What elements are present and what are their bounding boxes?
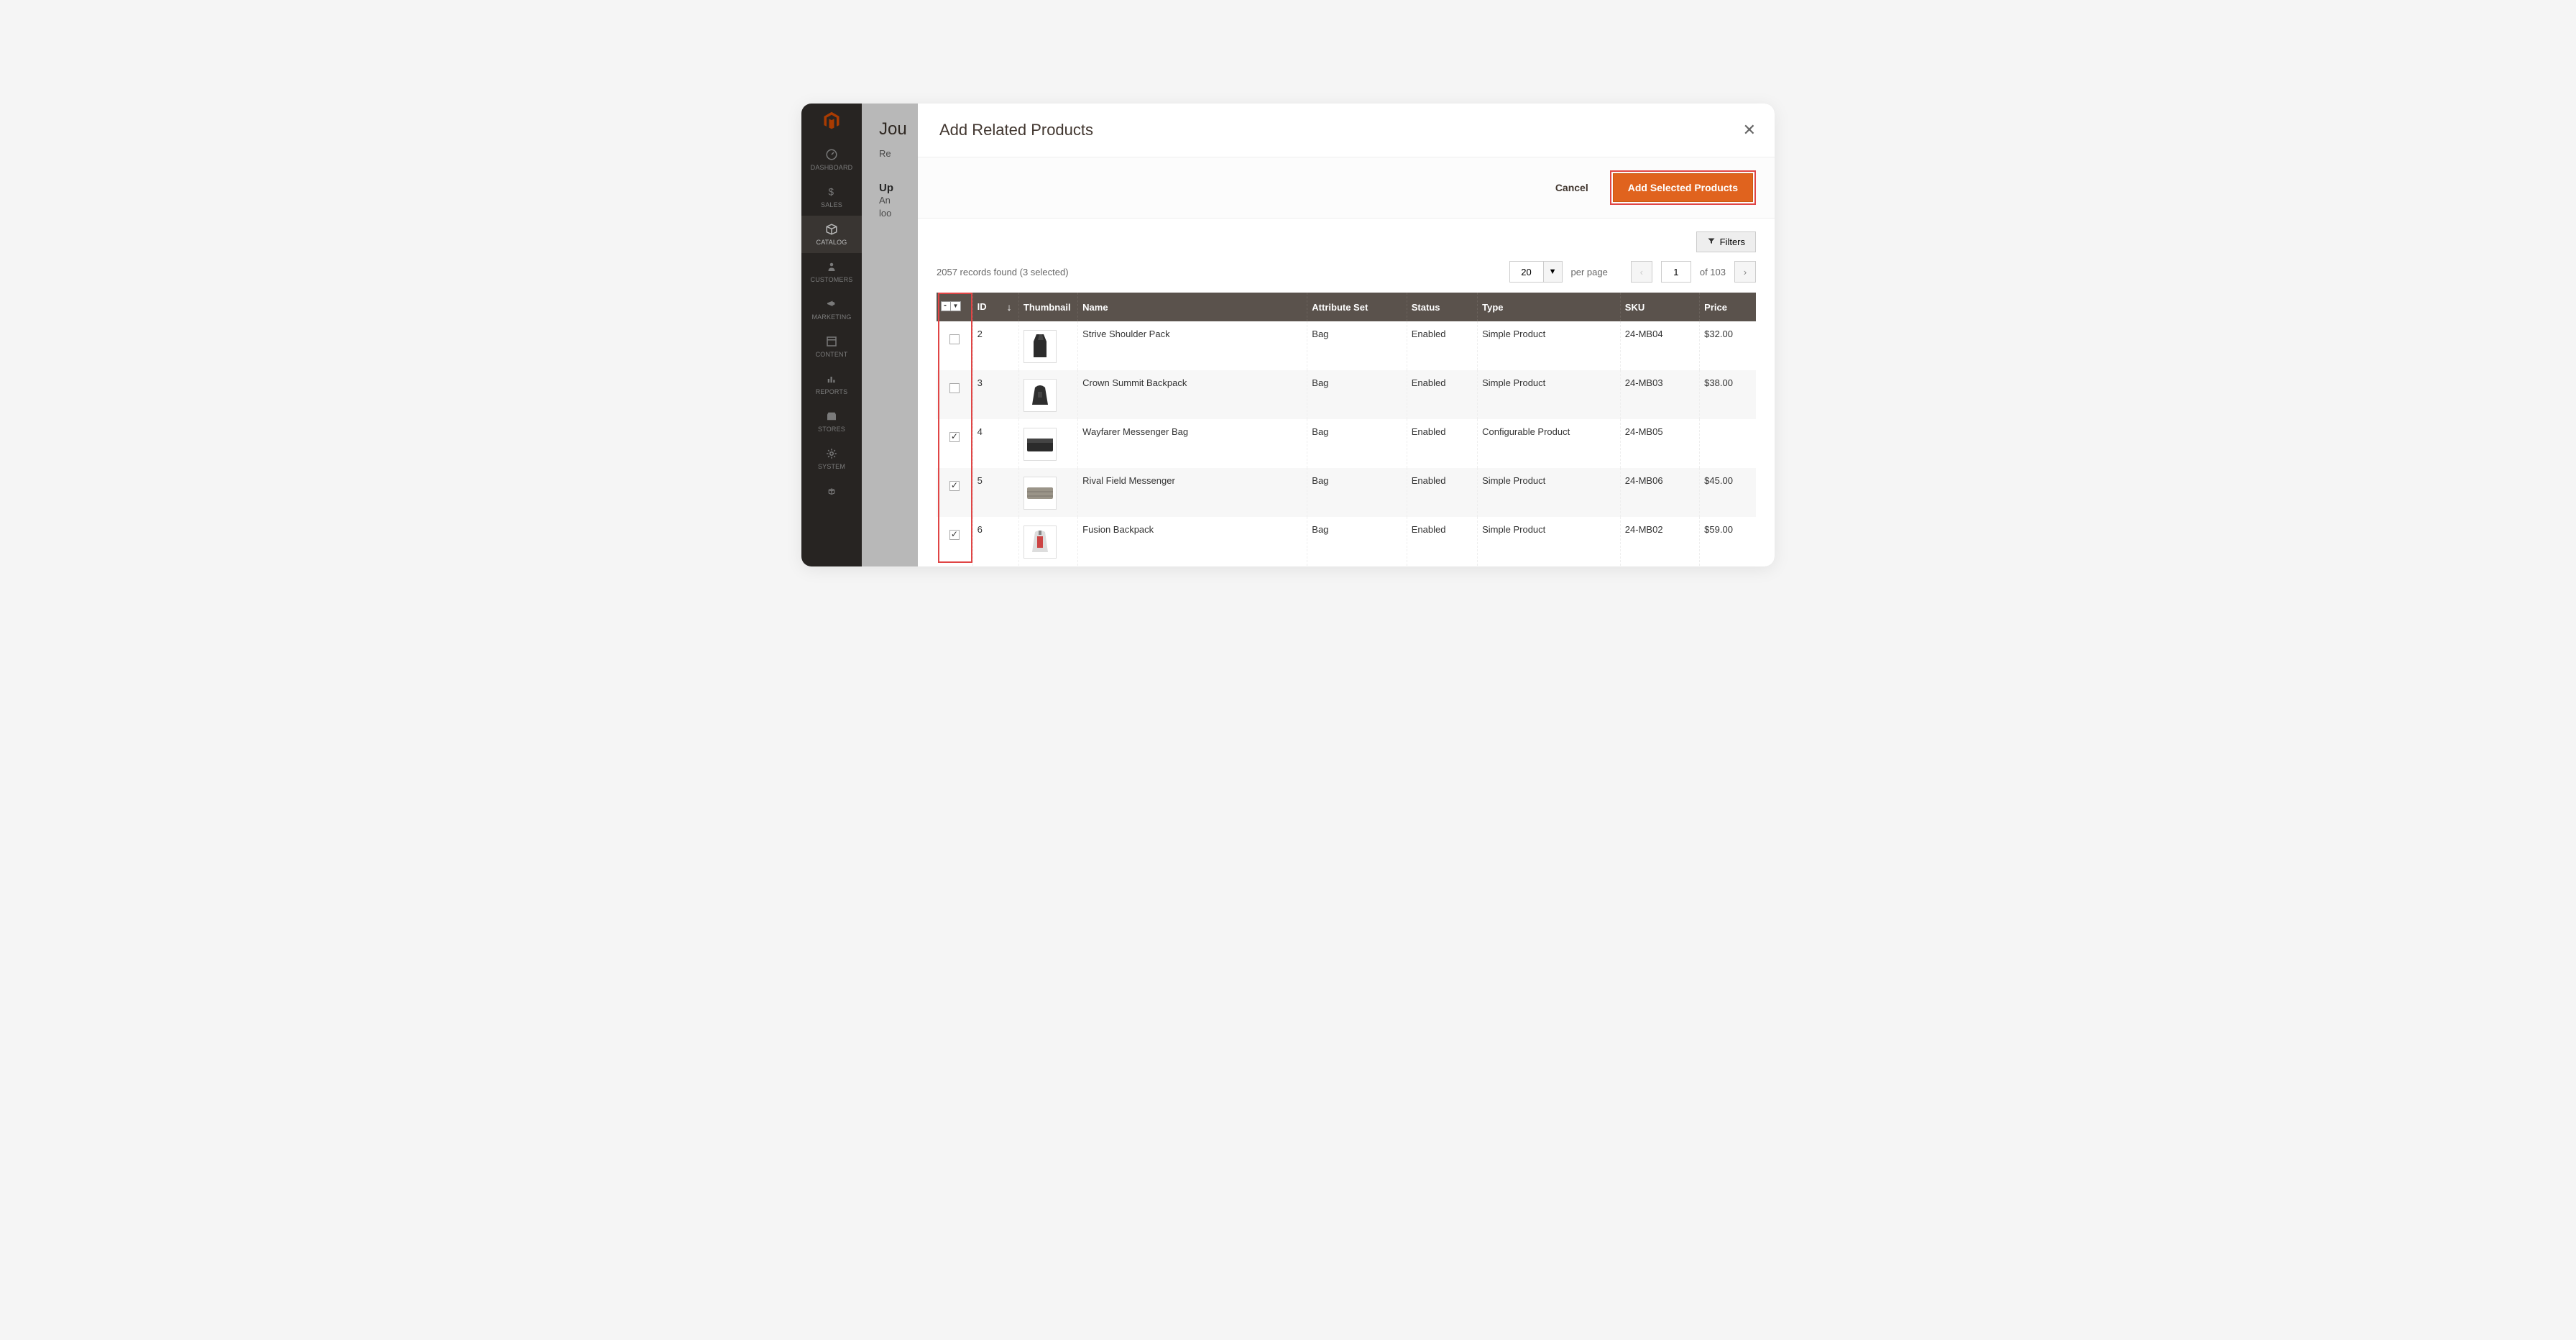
col-header-status[interactable]: Status [1407,293,1477,321]
col-header-sku[interactable]: SKU [1620,293,1699,321]
product-thumbnail [1024,330,1057,363]
cell-id: 6 [972,517,1018,566]
row-checkbox[interactable] [949,530,960,540]
app-window: DASHBOARD $ SALES CATALOG CUSTOMERS MARK… [801,104,1775,566]
checkbox-indeterminate-icon [942,302,951,311]
prev-page-button[interactable]: ‹ [1631,261,1652,283]
filters-button[interactable]: Filters [1696,231,1756,252]
cell-sku: 24-MB04 [1620,321,1699,370]
cell-type: Simple Product [1478,370,1621,419]
modal-body: Filters 2057 records found (3 selected) … [918,219,1775,566]
cell-price: $38.00 [1700,370,1756,419]
modal-title: Add Related Products [939,121,1093,139]
cell-attribute-set: Bag [1307,517,1407,566]
page-size-input[interactable] [1509,261,1544,283]
col-header-attribute-set[interactable]: Attribute Set [1307,293,1407,321]
cell-type: Simple Product [1478,468,1621,517]
col-header-thumbnail[interactable]: Thumbnail [1018,293,1077,321]
product-thumbnail [1024,477,1057,510]
cell-price [1700,419,1756,468]
grid-toolbar: Filters [937,231,1756,252]
col-header-type[interactable]: Type [1478,293,1621,321]
cell-name: Crown Summit Backpack [1078,370,1307,419]
master-checkbox[interactable]: ▼ [941,301,961,311]
row-checkbox[interactable] [949,334,960,344]
cell-name: Fusion Backpack [1078,517,1307,566]
table-row[interactable]: 3 Crown Summit BackpackBagEnabledSimple P… [937,370,1756,419]
cell-id: 2 [972,321,1018,370]
cell-name: Wayfarer Messenger Bag [1078,419,1307,468]
cell-sku: 24-MB02 [1620,517,1699,566]
modal-header: Add Related Products ✕ [918,104,1775,157]
cell-type: Simple Product [1478,517,1621,566]
chevron-left-icon: ‹ [1640,267,1643,277]
add-related-products-modal: Add Related Products ✕ Cancel Add Select… [918,104,1775,566]
products-table: ▼ ID ↓ Thumbnail Name Attribute Set Statu… [937,293,1756,566]
col-header-select[interactable]: ▼ [937,293,972,321]
cell-sku: 24-MB05 [1620,419,1699,468]
cell-sku: 24-MB03 [1620,370,1699,419]
pagination-controls: ▼ per page ‹ of 103 › [1509,261,1756,283]
close-icon: ✕ [1743,121,1756,139]
filters-button-label: Filters [1720,237,1745,247]
product-thumbnail [1024,428,1057,461]
next-page-button[interactable]: › [1734,261,1756,283]
col-header-id-label: ID [978,301,987,313]
page-total-label: of 103 [1700,267,1726,277]
cell-status: Enabled [1407,517,1477,566]
sort-arrow-down-icon: ↓ [1007,301,1012,313]
records-found-text: 2057 records found (3 selected) [937,267,1069,277]
table-row[interactable]: 2 Strive Shoulder PackBagEnabledSimple Pr… [937,321,1756,370]
page-size-dropdown[interactable]: ▼ [1544,261,1563,283]
funnel-icon [1707,237,1716,247]
highlight-box-primary: Add Selected Products [1610,170,1756,205]
cell-sku: 24-MB06 [1620,468,1699,517]
cell-attribute-set: Bag [1307,468,1407,517]
cell-status: Enabled [1407,468,1477,517]
cancel-button[interactable]: Cancel [1555,182,1588,193]
per-page-label: per page [1571,267,1608,277]
current-page-input[interactable] [1661,261,1691,283]
close-button[interactable]: ✕ [1743,122,1756,138]
cell-status: Enabled [1407,321,1477,370]
row-checkbox[interactable] [949,481,960,491]
records-row: 2057 records found (3 selected) ▼ per pa… [937,261,1756,283]
col-header-name[interactable]: Name [1078,293,1307,321]
cell-price: $59.00 [1700,517,1756,566]
cell-attribute-set: Bag [1307,419,1407,468]
page-size-selector[interactable]: ▼ [1509,261,1563,283]
cell-name: Rival Field Messenger [1078,468,1307,517]
product-thumbnail [1024,379,1057,412]
cell-attribute-set: Bag [1307,321,1407,370]
cell-id: 4 [972,419,1018,468]
chevron-right-icon: › [1744,267,1747,277]
cell-price: $45.00 [1700,468,1756,517]
cell-name: Strive Shoulder Pack [1078,321,1307,370]
cell-type: Configurable Product [1478,419,1621,468]
cell-id: 3 [972,370,1018,419]
cell-type: Simple Product [1478,321,1621,370]
cell-price: $32.00 [1700,321,1756,370]
cell-id: 5 [972,468,1018,517]
table-row[interactable]: 5 Rival Field MessengerBagEnabledSimple P… [937,468,1756,517]
col-header-price[interactable]: Price [1700,293,1756,321]
products-table-wrap: ▼ ID ↓ Thumbnail Name Attribute Set Statu… [937,293,1756,566]
table-row[interactable]: 6 Fusion BackpackBagEnabledSimple Product… [937,517,1756,566]
cell-status: Enabled [1407,370,1477,419]
row-checkbox[interactable] [949,383,960,393]
col-header-id[interactable]: ID ↓ [972,293,1018,321]
table-row[interactable]: 4 Wayfarer Messenger BagBagEnabledConfigu… [937,419,1756,468]
add-selected-products-button[interactable]: Add Selected Products [1613,173,1753,202]
cell-status: Enabled [1407,419,1477,468]
row-checkbox[interactable] [949,432,960,442]
chevron-down-icon: ▼ [951,302,960,311]
cell-attribute-set: Bag [1307,370,1407,419]
modal-action-bar: Cancel Add Selected Products [918,157,1775,219]
product-thumbnail [1024,526,1057,559]
